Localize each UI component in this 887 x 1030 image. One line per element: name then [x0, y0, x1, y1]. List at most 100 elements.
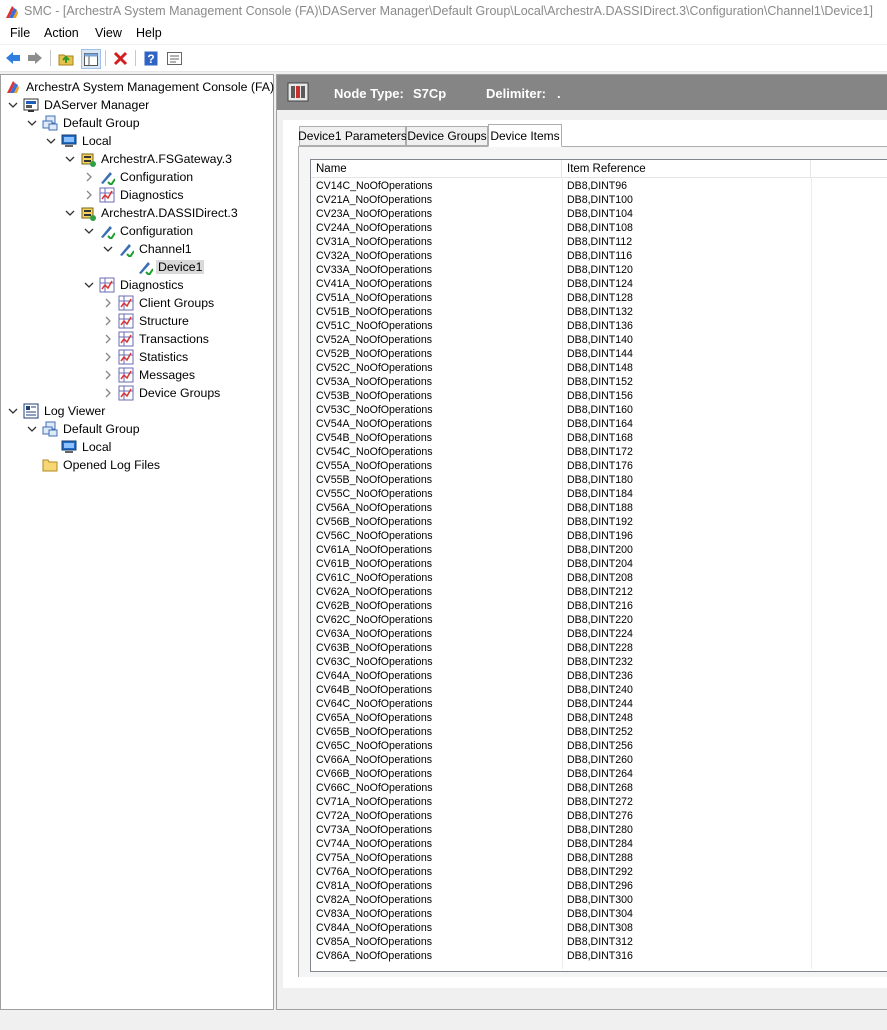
- chevron-right-icon[interactable]: [102, 333, 114, 345]
- tree-node-messages[interactable]: Messages: [102, 366, 197, 384]
- chevron-right-icon[interactable]: [102, 315, 114, 327]
- tree-node-configuration[interactable]: Configuration: [83, 222, 195, 240]
- table-row[interactable]: CV62C_NoOfOperations DB8,DINT220: [311, 613, 887, 627]
- table-row[interactable]: CV62A_NoOfOperations DB8,DINT212: [311, 585, 887, 599]
- table-row[interactable]: CV14C_NoOfOperations DB8,DINT96: [311, 179, 887, 193]
- table-row[interactable]: CV31A_NoOfOperations DB8,DINT112: [311, 235, 887, 249]
- chevron-down-icon[interactable]: [64, 153, 76, 165]
- table-row[interactable]: CV21A_NoOfOperations DB8,DINT100: [311, 193, 887, 207]
- table-row[interactable]: CV84A_NoOfOperations DB8,DINT308: [311, 921, 887, 935]
- table-row[interactable]: CV53A_NoOfOperations DB8,DINT152: [311, 375, 887, 389]
- tree-node-channel1[interactable]: Channel1: [102, 240, 194, 258]
- table-row[interactable]: CV51A_NoOfOperations DB8,DINT128: [311, 291, 887, 305]
- table-row[interactable]: CV61A_NoOfOperations DB8,DINT200: [311, 543, 887, 557]
- table-row[interactable]: CV63A_NoOfOperations DB8,DINT224: [311, 627, 887, 641]
- table-row[interactable]: CV71A_NoOfOperations DB8,DINT272: [311, 795, 887, 809]
- chevron-down-icon[interactable]: [7, 99, 19, 111]
- tree-node-daserver-manager[interactable]: DAServer Manager: [7, 96, 151, 114]
- table-row[interactable]: CV75A_NoOfOperations DB8,DINT288: [311, 851, 887, 865]
- chevron-down-icon[interactable]: [102, 243, 114, 255]
- table-row[interactable]: CV64B_NoOfOperations DB8,DINT240: [311, 683, 887, 697]
- table-row[interactable]: CV66A_NoOfOperations DB8,DINT260: [311, 753, 887, 767]
- chevron-right-icon[interactable]: [102, 387, 114, 399]
- tree-node-configuration[interactable]: Configuration: [83, 168, 195, 186]
- chevron-down-icon[interactable]: [45, 135, 57, 147]
- chevron-down-icon[interactable]: [83, 279, 95, 291]
- table-row[interactable]: CV56A_NoOfOperations DB8,DINT188: [311, 501, 887, 515]
- table-row[interactable]: CV64A_NoOfOperations DB8,DINT236: [311, 669, 887, 683]
- device-items-list[interactable]: Name Item Reference CV14C_NoOfOperations…: [310, 159, 887, 972]
- tree-node-device-groups[interactable]: Device Groups: [102, 384, 222, 402]
- chevron-right-icon[interactable]: [83, 171, 95, 183]
- table-row[interactable]: CV66B_NoOfOperations DB8,DINT264: [311, 767, 887, 781]
- table-row[interactable]: CV65C_NoOfOperations DB8,DINT256: [311, 739, 887, 753]
- tree-node-statistics[interactable]: Statistics: [102, 348, 190, 366]
- tree-node-archestra-dassidirect-3[interactable]: ArchestrA.DASSIDirect.3: [64, 204, 240, 222]
- tab-device-groups[interactable]: Device Groups: [406, 126, 488, 146]
- table-row[interactable]: CV53B_NoOfOperations DB8,DINT156: [311, 389, 887, 403]
- chevron-down-icon[interactable]: [26, 423, 38, 435]
- table-row[interactable]: CV54C_NoOfOperations DB8,DINT172: [311, 445, 887, 459]
- table-row[interactable]: CV62B_NoOfOperations DB8,DINT216: [311, 599, 887, 613]
- table-row[interactable]: CV83A_NoOfOperations DB8,DINT304: [311, 907, 887, 921]
- tree-node-default-group[interactable]: Default Group: [26, 114, 142, 132]
- tree-node-client-groups[interactable]: Client Groups: [102, 294, 216, 312]
- help-icon[interactable]: ?: [142, 49, 160, 67]
- tree-node-archestra-fsgateway-3[interactable]: ArchestrA.FSGateway.3: [64, 150, 234, 168]
- table-row[interactable]: CV73A_NoOfOperations DB8,DINT280: [311, 823, 887, 837]
- table-row[interactable]: CV33A_NoOfOperations DB8,DINT120: [311, 263, 887, 277]
- forward-arrow-icon[interactable]: [26, 49, 44, 67]
- table-row[interactable]: CV24A_NoOfOperations DB8,DINT108: [311, 221, 887, 235]
- up-folder-icon[interactable]: [57, 49, 75, 67]
- tree-node-device1[interactable]: Device1: [121, 258, 205, 276]
- table-row[interactable]: CV56B_NoOfOperations DB8,DINT192: [311, 515, 887, 529]
- table-row[interactable]: CV61C_NoOfOperations DB8,DINT208: [311, 571, 887, 585]
- table-row[interactable]: CV52C_NoOfOperations DB8,DINT148: [311, 361, 887, 375]
- table-row[interactable]: CV55C_NoOfOperations DB8,DINT184: [311, 487, 887, 501]
- console-tree[interactable]: ArchestrA System Management Console (FA)…: [0, 74, 274, 1010]
- table-row[interactable]: CV74A_NoOfOperations DB8,DINT284: [311, 837, 887, 851]
- table-row[interactable]: CV52B_NoOfOperations DB8,DINT144: [311, 347, 887, 361]
- chevron-right-icon[interactable]: [102, 297, 114, 309]
- table-row[interactable]: CV82A_NoOfOperations DB8,DINT300: [311, 893, 887, 907]
- tree-node-diagnostics[interactable]: Diagnostics: [83, 186, 186, 204]
- tree-node-opened-log-files[interactable]: Opened Log Files: [26, 456, 162, 474]
- menu-file[interactable]: File: [9, 26, 31, 40]
- tab-device1-parameters[interactable]: Device1 Parameters: [298, 126, 407, 146]
- chevron-right-icon[interactable]: [102, 369, 114, 381]
- chevron-down-icon[interactable]: [26, 117, 38, 129]
- table-row[interactable]: CV61B_NoOfOperations DB8,DINT204: [311, 557, 887, 571]
- table-row[interactable]: CV86A_NoOfOperations DB8,DINT316: [311, 949, 887, 963]
- tree-node-archestra-system-management-console-fa-[interactable]: ArchestrA System Management Console (FA): [5, 78, 276, 96]
- table-row[interactable]: CV53C_NoOfOperations DB8,DINT160: [311, 403, 887, 417]
- table-row[interactable]: CV63B_NoOfOperations DB8,DINT228: [311, 641, 887, 655]
- column-header-item-reference[interactable]: Item Reference: [562, 160, 811, 177]
- table-row[interactable]: CV41A_NoOfOperations DB8,DINT124: [311, 277, 887, 291]
- table-row[interactable]: CV23A_NoOfOperations DB8,DINT104: [311, 207, 887, 221]
- chevron-right-icon[interactable]: [102, 351, 114, 363]
- column-header-name[interactable]: Name: [311, 160, 562, 177]
- tree-node-local[interactable]: Local: [45, 438, 113, 456]
- tree-node-transactions[interactable]: Transactions: [102, 330, 211, 348]
- table-row[interactable]: CV51C_NoOfOperations DB8,DINT136: [311, 319, 887, 333]
- tree-node-log-viewer[interactable]: Log Viewer: [7, 402, 107, 420]
- back-arrow-icon[interactable]: [4, 49, 22, 67]
- table-row[interactable]: CV63C_NoOfOperations DB8,DINT232: [311, 655, 887, 669]
- table-row[interactable]: CV81A_NoOfOperations DB8,DINT296: [311, 879, 887, 893]
- table-row[interactable]: CV56C_NoOfOperations DB8,DINT196: [311, 529, 887, 543]
- tree-node-local[interactable]: Local: [45, 132, 113, 150]
- table-row[interactable]: CV65B_NoOfOperations DB8,DINT252: [311, 725, 887, 739]
- chevron-down-icon[interactable]: [7, 405, 19, 417]
- table-row[interactable]: CV66C_NoOfOperations DB8,DINT268: [311, 781, 887, 795]
- menu-help[interactable]: Help: [135, 26, 163, 40]
- menu-view[interactable]: View: [94, 26, 123, 40]
- tree-node-diagnostics[interactable]: Diagnostics: [83, 276, 186, 294]
- chevron-down-icon[interactable]: [64, 207, 76, 219]
- table-row[interactable]: CV51B_NoOfOperations DB8,DINT132: [311, 305, 887, 319]
- delete-icon[interactable]: [111, 49, 129, 67]
- menu-action[interactable]: Action: [43, 26, 80, 40]
- table-row[interactable]: CV64C_NoOfOperations DB8,DINT244: [311, 697, 887, 711]
- chevron-down-icon[interactable]: [83, 225, 95, 237]
- table-row[interactable]: CV52A_NoOfOperations DB8,DINT140: [311, 333, 887, 347]
- show-hide-tree-icon[interactable]: [81, 49, 101, 69]
